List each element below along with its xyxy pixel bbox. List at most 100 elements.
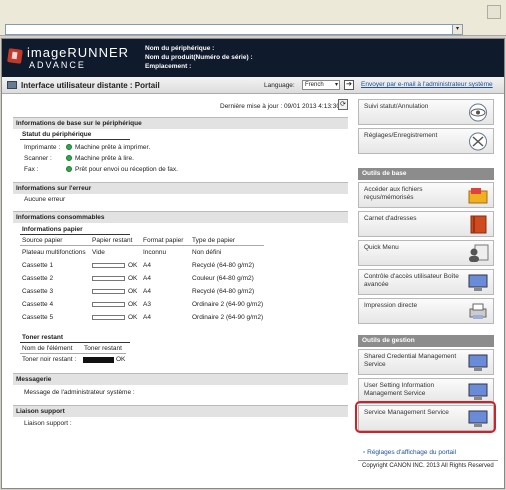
table-row-source: Cassette 4 — [22, 301, 54, 308]
paper-level-bar — [92, 276, 125, 281]
toner-table-header: Nom de l'élément Toner restant — [20, 345, 126, 354]
copyright-text: Copyright CANON INC. 2013 All Rights Res… — [362, 463, 494, 469]
support-label: Liaison support : — [24, 420, 72, 427]
status-ok-icon — [66, 166, 72, 172]
address-book-button[interactable]: Carnet d'adresses — [358, 211, 494, 237]
table-row-source: Plateau multifonctions — [22, 249, 86, 256]
shared-credential-button[interactable]: Shared Credential Management Service — [358, 349, 494, 375]
printer-label: Imprimante : — [24, 144, 61, 151]
status-monitor-button[interactable]: Suivi statut/Annulation — [358, 99, 494, 125]
highlight-outline — [355, 401, 496, 433]
scanner-label: Scanner : — [24, 155, 52, 162]
address-dropdown-icon[interactable]: ▾ — [452, 25, 462, 34]
table-row-type: Recyclé (64-80 g/m2) — [192, 288, 255, 295]
user-menu-icon — [469, 244, 489, 262]
table-row-remaining: OK — [128, 301, 138, 308]
toner-black-value: OK — [116, 356, 126, 363]
user-setting-label: User Setting Information Management Serv… — [364, 382, 435, 397]
access-control-button[interactable]: Contrôle d'accès utilisateur Boîte avanc… — [358, 269, 494, 295]
table-row-remaining: Vide — [92, 249, 105, 256]
folder-icon — [468, 188, 488, 204]
arrow-right-icon: ➔ — [346, 81, 352, 88]
toner-title: Toner restant — [20, 333, 130, 343]
table-row-type: Ordinaire 2 (64-90 g/m2) — [192, 314, 264, 321]
printer-status: Machine prête à imprimer. — [75, 144, 151, 151]
monitor-icon — [468, 274, 488, 291]
table-row-source: Cassette 5 — [22, 314, 54, 321]
eye-icon — [469, 103, 487, 122]
table-row-size: A3 — [143, 301, 151, 308]
stored-files-button[interactable]: Accéder aux fichiers reçus/mémorisés — [358, 182, 494, 208]
fax-status: Prêt pour envoi ou réception de fax. — [75, 166, 178, 173]
basic-tools-title: Outils de base — [358, 168, 494, 180]
portal-display-settings-link[interactable]: ▫ Réglages d'affichage du portail — [363, 449, 456, 456]
admin-message-label: Message de l'administrateur système : — [24, 389, 135, 396]
table-row-type: Ordinaire 2 (64-90 g/m2) — [192, 301, 264, 308]
stored-files-label: Accéder aux fichiers reçus/mémorisés — [364, 186, 423, 201]
browser-throbber-icon — [487, 5, 501, 19]
monitor-icon — [468, 354, 488, 371]
product-name-label: Nom du produit(Numéro de série) : — [145, 54, 253, 61]
paper-table-header: Source papier Papier restant Format papi… — [20, 237, 264, 246]
consumables-section: Informations consommables — [13, 211, 348, 223]
col-source: Source papier — [22, 237, 63, 244]
mgmt-tools-title: Outils de gestion — [358, 335, 494, 347]
scanner-status: Machine prête à lire. — [75, 155, 134, 162]
paper-level-bar — [92, 289, 125, 294]
paper-level-bar — [92, 315, 125, 320]
direct-print-label: Impression directe — [364, 302, 418, 309]
table-row-size: Inconnu — [143, 249, 167, 256]
toner-level-bar — [83, 357, 114, 363]
browser-toolbar: ▾ — [0, 0, 506, 36]
monitor-icon — [7, 81, 17, 89]
language-apply-button[interactable]: ➔ — [344, 80, 354, 90]
table-row-size: A4 — [143, 288, 151, 295]
messaging-section: Messagerie — [13, 373, 348, 385]
address-book-icon — [470, 215, 487, 234]
table-row-size: A4 — [143, 314, 151, 321]
table-row-type: Non défini — [192, 249, 222, 256]
direct-print-button[interactable]: Impression directe — [358, 298, 494, 324]
language-label: Language: — [264, 82, 295, 89]
paper-level-bar — [92, 302, 125, 307]
logo-sub: ADVANCE — [29, 60, 86, 70]
table-row-type: Couleur (64-80 g/m2) — [192, 275, 254, 282]
mail-admin-link[interactable]: Envoyer par e-mail à l'administrateur sy… — [361, 81, 493, 88]
portal-header: imageRUNNER ADVANCE Nom du périphérique … — [2, 39, 504, 77]
quick-menu-button[interactable]: Quick Menu — [358, 240, 494, 266]
location-label: Emplacement : — [145, 63, 192, 70]
monitor-icon — [468, 383, 488, 400]
refresh-button[interactable]: ⟳ — [338, 99, 348, 110]
shared-credential-label: Shared Credential Management Service — [364, 353, 457, 368]
footer-divider — [358, 460, 498, 461]
error-section: Informations sur l'erreur — [13, 182, 348, 194]
printer-icon — [469, 303, 487, 319]
status-ok-icon — [66, 155, 72, 161]
col-element: Nom de l'élément — [22, 345, 73, 352]
paper-info-title: Informations papier — [20, 225, 130, 235]
address-book-label: Carnet d'adresses — [364, 215, 417, 222]
language-select[interactable]: French ▾ — [302, 80, 340, 90]
table-row-source: Cassette 2 — [22, 275, 54, 282]
table-row-type: Recyclé (64-80 g/m2) — [192, 262, 255, 269]
title-bar: Interface utilisateur distante : Portail… — [2, 77, 504, 94]
device-info: Nom du périphérique : Nom du produit(Num… — [145, 44, 253, 71]
page-title: Interface utilisateur distante : Portail — [21, 81, 160, 90]
status-monitor-label: Suivi statut/Annulation — [364, 103, 429, 110]
table-row-remaining: OK — [128, 275, 138, 282]
basic-info-section: Informations de base sur le périphérique — [13, 117, 348, 129]
language-value: French — [305, 82, 324, 88]
quick-menu-label: Quick Menu — [364, 244, 399, 251]
canon-cube-icon — [7, 48, 23, 64]
settings-label: Réglages/Enregistrement — [364, 132, 438, 139]
tools-icon — [469, 132, 487, 151]
table-row-size: A4 — [143, 275, 151, 282]
table-row-size: A4 — [143, 262, 151, 269]
settings-button[interactable]: Réglages/Enregistrement — [358, 128, 494, 154]
paper-level-bar — [92, 263, 125, 268]
col-toner: Toner restant — [84, 345, 122, 352]
device-name-label: Nom du périphérique : — [145, 45, 215, 52]
logo-main: imageRUNNER — [27, 45, 130, 60]
address-bar[interactable]: ▾ — [5, 24, 463, 35]
table-row-source: Cassette 3 — [22, 288, 54, 295]
